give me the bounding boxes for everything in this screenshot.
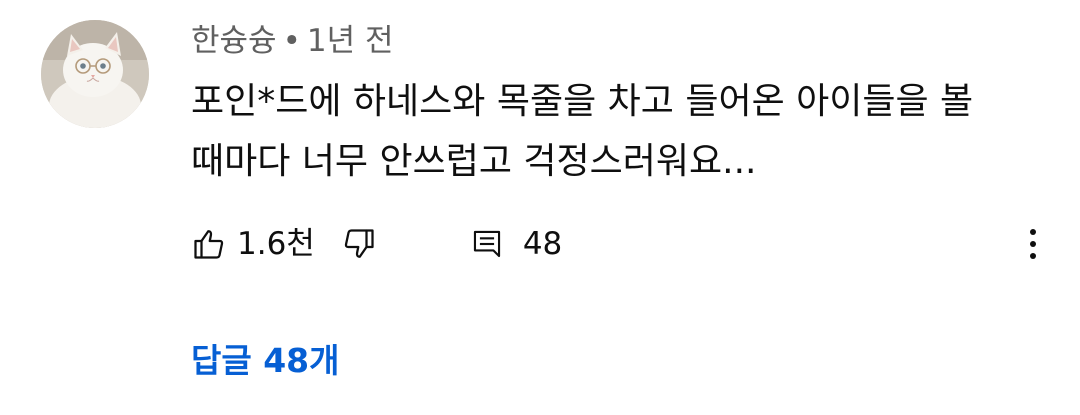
like-button[interactable] bbox=[185, 220, 233, 268]
white-cat-avatar-icon bbox=[41, 20, 149, 128]
comment-text: 포인*드에 하네스와 목줄을 차고 들어온 아이들을 볼 때마다 너무 안쓰럽고… bbox=[191, 81, 974, 182]
thumbs-down-icon bbox=[344, 229, 374, 258]
comment-meta: 한슝슝 • 1년 전 bbox=[191, 20, 393, 62]
dislike-button[interactable] bbox=[335, 220, 383, 268]
reply-count: 48 bbox=[522, 226, 563, 262]
thumbs-up-icon bbox=[194, 230, 224, 259]
comment-icon bbox=[473, 230, 500, 258]
view-replies-button[interactable]: 답글 48개 bbox=[191, 337, 340, 385]
more-options-button[interactable] bbox=[1010, 219, 1056, 269]
comment-time: 1년 전 bbox=[306, 23, 394, 59]
like-count: 1.6천 bbox=[237, 226, 315, 262]
meta-separator: • bbox=[282, 23, 301, 59]
avatar[interactable] bbox=[41, 20, 149, 128]
reply-button[interactable] bbox=[463, 220, 511, 268]
author-name[interactable]: 한슝슝 bbox=[191, 23, 277, 59]
more-vertical-icon bbox=[1030, 229, 1036, 259]
comment-actions: 1.6천 48 bbox=[185, 219, 562, 269]
